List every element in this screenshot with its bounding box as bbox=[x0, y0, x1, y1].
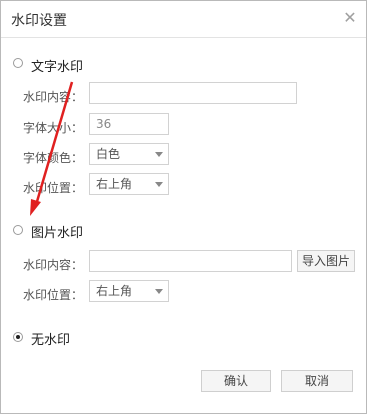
annotation-arrow-head bbox=[30, 199, 41, 216]
annotation-arrow-line bbox=[34, 81, 74, 206]
annotation-arrow bbox=[30, 81, 74, 216]
